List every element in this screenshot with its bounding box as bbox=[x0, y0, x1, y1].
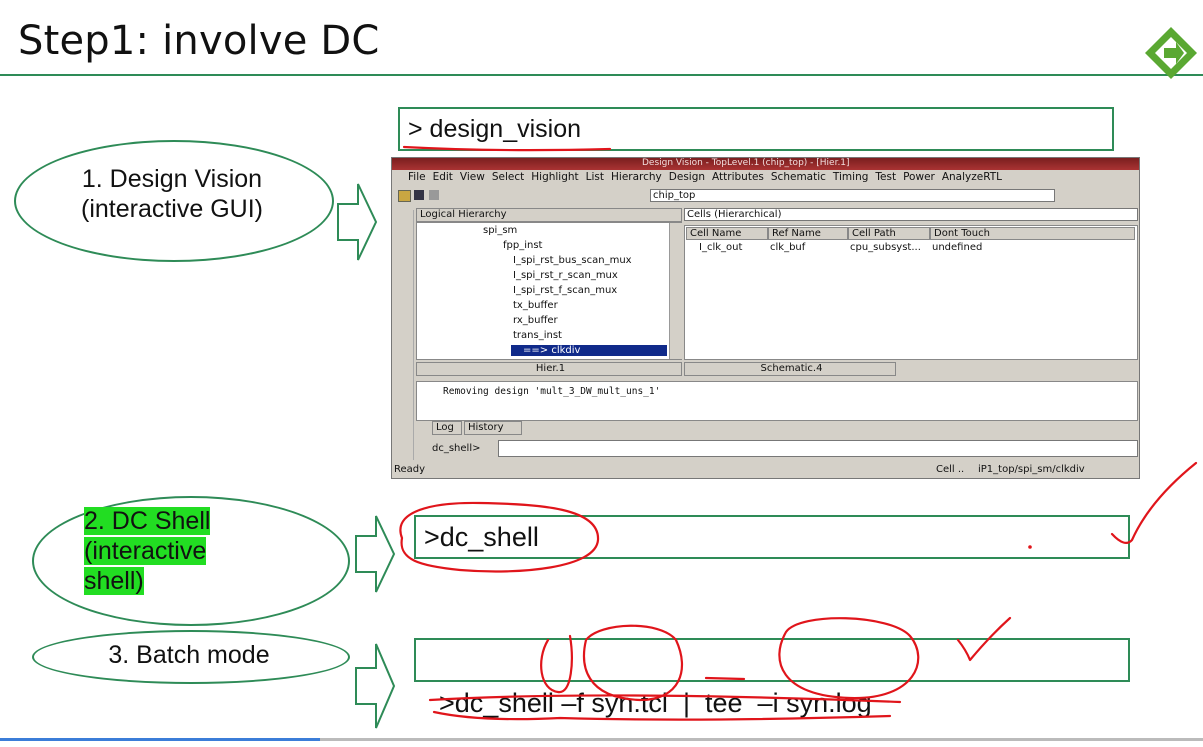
video-progress-played[interactable] bbox=[0, 738, 320, 741]
checkmark-dc-shell bbox=[1110, 461, 1198, 544]
circle-syn-tcl bbox=[582, 624, 684, 702]
circle-flag-f bbox=[540, 634, 573, 694]
circle-syn-log bbox=[778, 617, 920, 700]
video-progress-remaining[interactable] bbox=[320, 738, 1203, 741]
underline-design-vision bbox=[402, 145, 612, 152]
checkmark-batch bbox=[956, 616, 1012, 662]
underline-tee bbox=[704, 676, 746, 681]
underline-batch-long-2 bbox=[432, 710, 892, 721]
annotation-layer bbox=[399, 145, 1198, 721]
circle-dc-shell bbox=[399, 501, 600, 573]
